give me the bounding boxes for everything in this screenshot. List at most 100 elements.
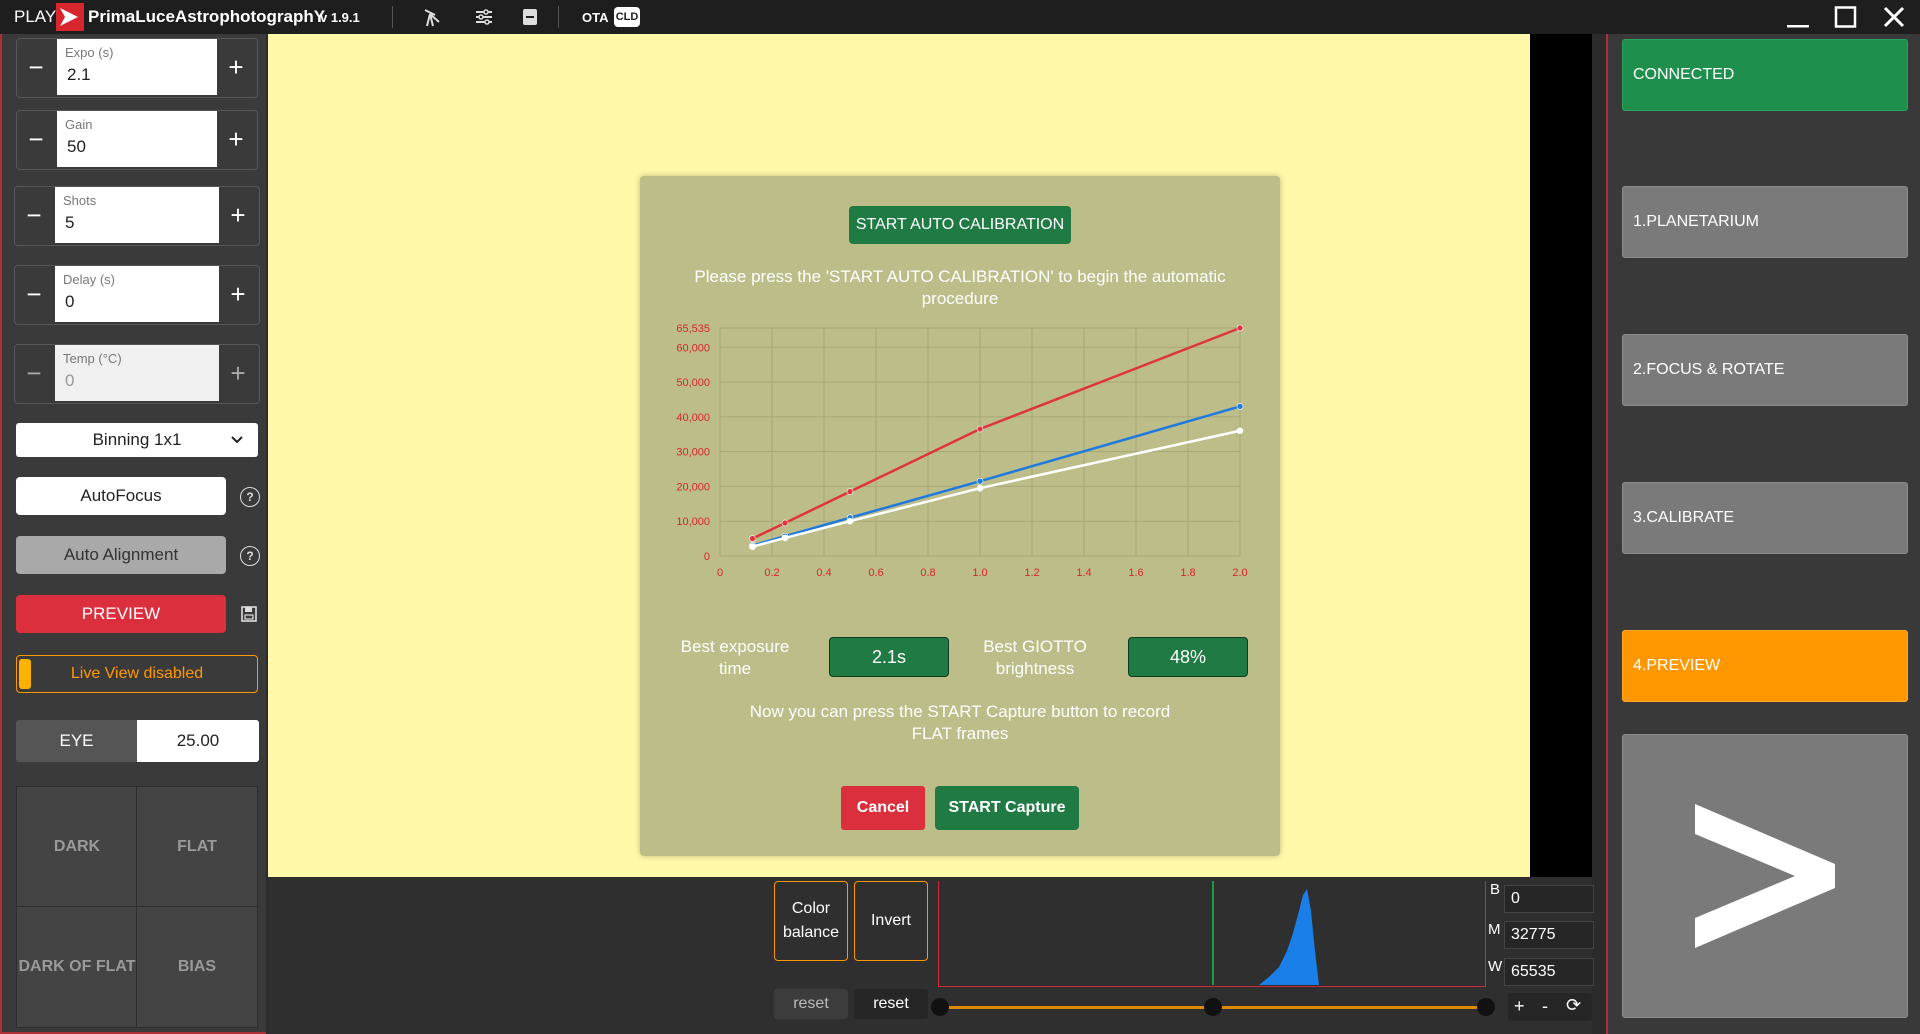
- dark-button[interactable]: DARK: [16, 786, 138, 908]
- expo-plus-button[interactable]: +: [217, 39, 255, 95]
- calibrate-button[interactable]: 3.CALIBRATE: [1622, 482, 1908, 554]
- zoom-in-button[interactable]: +: [1514, 996, 1525, 1017]
- temp-minus-button[interactable]: −: [15, 345, 53, 401]
- temp-stepper: − Temp (°C) 0 +: [14, 344, 260, 404]
- m-value-field[interactable]: 32775: [1504, 921, 1594, 949]
- shots-plus-button[interactable]: +: [219, 187, 257, 243]
- delay-minus-button[interactable]: −: [15, 266, 53, 322]
- eye-label: EYE: [16, 720, 137, 762]
- reset-invert-button[interactable]: reset: [854, 989, 928, 1019]
- bottom-toolbar: Color balance Invert reset reset B 0 M 3…: [268, 877, 1594, 1034]
- auto-alignment-button[interactable]: Auto Alignment: [16, 536, 226, 574]
- color-balance-button[interactable]: Color balance: [774, 881, 848, 961]
- series-point: [846, 488, 854, 495]
- gain-label: Gain: [65, 117, 93, 132]
- binning-select[interactable]: Binning 1x1: [16, 423, 258, 457]
- calibration-chart: 0 0.2 0.4 0.6 0.8 1.0 1.2 1.4 1.6 1.8 2.0 0 10,000 20…: [676, 323, 1247, 579]
- cld-badge[interactable]: CLD: [614, 7, 640, 27]
- shots-field[interactable]: Shots 5: [55, 187, 219, 243]
- x-tick-label: 1.4: [1076, 567, 1091, 579]
- ota-label[interactable]: OTA: [582, 10, 608, 25]
- best-exposure-label: Best exposure time: [680, 637, 790, 678]
- bias-button[interactable]: BIAS: [136, 906, 258, 1028]
- refresh-icon[interactable]: ⟳: [1566, 995, 1581, 1016]
- reset-color-button[interactable]: reset: [774, 989, 848, 1019]
- right-panel: CONNECTED 1.PLANETARIUM 2.FOCUS & ROTATE…: [1606, 34, 1920, 1034]
- telescope-icon[interactable]: [420, 5, 444, 29]
- y-tick-label: 20,000: [676, 481, 710, 493]
- next-step-button[interactable]: >: [1622, 734, 1908, 1018]
- start-auto-calibration-button[interactable]: START AUTO CALIBRATION: [849, 206, 1071, 244]
- save-icon[interactable]: [240, 605, 258, 623]
- black-point-handle[interactable]: [931, 998, 949, 1016]
- x-tick-label: 2.0: [1232, 567, 1247, 579]
- play-label: PLAY: [14, 7, 57, 26]
- histogram[interactable]: [938, 881, 1486, 987]
- white-point-handle[interactable]: [1477, 998, 1495, 1016]
- sliders-icon[interactable]: [472, 5, 496, 29]
- y-tick-label: 50,000: [676, 377, 710, 389]
- series-point: [846, 517, 854, 525]
- focus-rotate-button[interactable]: 2.FOCUS & ROTATE: [1622, 334, 1908, 406]
- binning-value: Binning 1x1: [92, 430, 182, 449]
- shots-label: Shots: [63, 193, 97, 208]
- series-point: [1236, 403, 1244, 410]
- expo-minus-button[interactable]: −: [17, 39, 55, 95]
- series-point: [976, 425, 984, 433]
- planetarium-button[interactable]: 1.PLANETARIUM: [1622, 186, 1908, 258]
- preview-step-button[interactable]: 4.PREVIEW: [1622, 630, 1908, 702]
- zoom-out-button[interactable]: -: [1542, 996, 1548, 1017]
- minimize-icon[interactable]: [1786, 6, 1810, 28]
- series-point: [749, 543, 756, 550]
- flat-calibration-dialog: START AUTO CALIBRATION Please press the …: [640, 176, 1280, 856]
- brand-logo-icon: [56, 3, 84, 31]
- version-label: v 1.9.1: [320, 10, 360, 25]
- expo-label: Expo (s): [65, 45, 114, 60]
- best-brightness-value: 48%: [1128, 637, 1248, 677]
- temp-plus-button[interactable]: +: [219, 345, 257, 401]
- series-point: [749, 535, 756, 542]
- invert-button[interactable]: Invert: [854, 881, 928, 961]
- x-tick-label: 0.4: [816, 567, 831, 579]
- shots-minus-button[interactable]: −: [15, 187, 53, 243]
- gain-field[interactable]: Gain 50: [57, 111, 217, 167]
- shots-value: 5: [65, 213, 75, 232]
- x-tick-label: 1.8: [1180, 567, 1195, 579]
- connected-button[interactable]: CONNECTED: [1622, 39, 1908, 111]
- close-icon[interactable]: [1882, 5, 1906, 29]
- cancel-button[interactable]: Cancel: [841, 786, 925, 830]
- dark-of-flat-button[interactable]: DARK OF FLAT: [16, 906, 138, 1028]
- series-point: [1236, 324, 1244, 332]
- autofocus-help-icon[interactable]: ?: [240, 487, 260, 507]
- expo-field[interactable]: Expo (s) 2.1: [57, 39, 217, 95]
- brand-name: PrimaLuceAstrophotographY: [88, 7, 326, 26]
- eye-value-field[interactable]: 25.00: [137, 720, 259, 762]
- m-label: M: [1488, 921, 1501, 938]
- left-panel: − Expo (s) 2.1 + − Gain 50 + − Shots 5 +…: [0, 34, 266, 1034]
- gain-stepper: − Gain 50 +: [16, 110, 258, 170]
- y-tick-label: 0: [704, 551, 710, 563]
- live-view-toggle[interactable]: Live View disabled: [16, 655, 258, 693]
- autofocus-button[interactable]: AutoFocus: [16, 477, 226, 515]
- delay-field[interactable]: Delay (s) 0: [55, 266, 219, 322]
- delay-label: Delay (s): [63, 272, 116, 287]
- delay-value: 0: [65, 292, 75, 311]
- y-tick-label: 60,000: [676, 342, 710, 354]
- flat-button[interactable]: FLAT: [136, 786, 258, 908]
- battery-icon[interactable]: [518, 5, 542, 29]
- gain-plus-button[interactable]: +: [217, 111, 255, 167]
- live-view-label: Live View disabled: [70, 665, 204, 682]
- midpoint-handle[interactable]: [1204, 998, 1222, 1016]
- delay-plus-button[interactable]: +: [219, 266, 257, 322]
- b-value-field[interactable]: 0: [1504, 885, 1594, 913]
- maximize-icon[interactable]: [1834, 6, 1858, 28]
- auto-alignment-help-icon[interactable]: ?: [240, 546, 260, 566]
- w-value-field[interactable]: 65535: [1504, 958, 1594, 986]
- x-tick-label: 0: [717, 567, 723, 579]
- x-tick-label: 0.8: [920, 567, 935, 579]
- series-line: [752, 429, 1241, 548]
- preview-button[interactable]: PREVIEW: [16, 595, 226, 633]
- start-capture-button[interactable]: START Capture: [935, 786, 1079, 830]
- series-point: [1236, 427, 1244, 435]
- gain-minus-button[interactable]: −: [17, 111, 55, 167]
